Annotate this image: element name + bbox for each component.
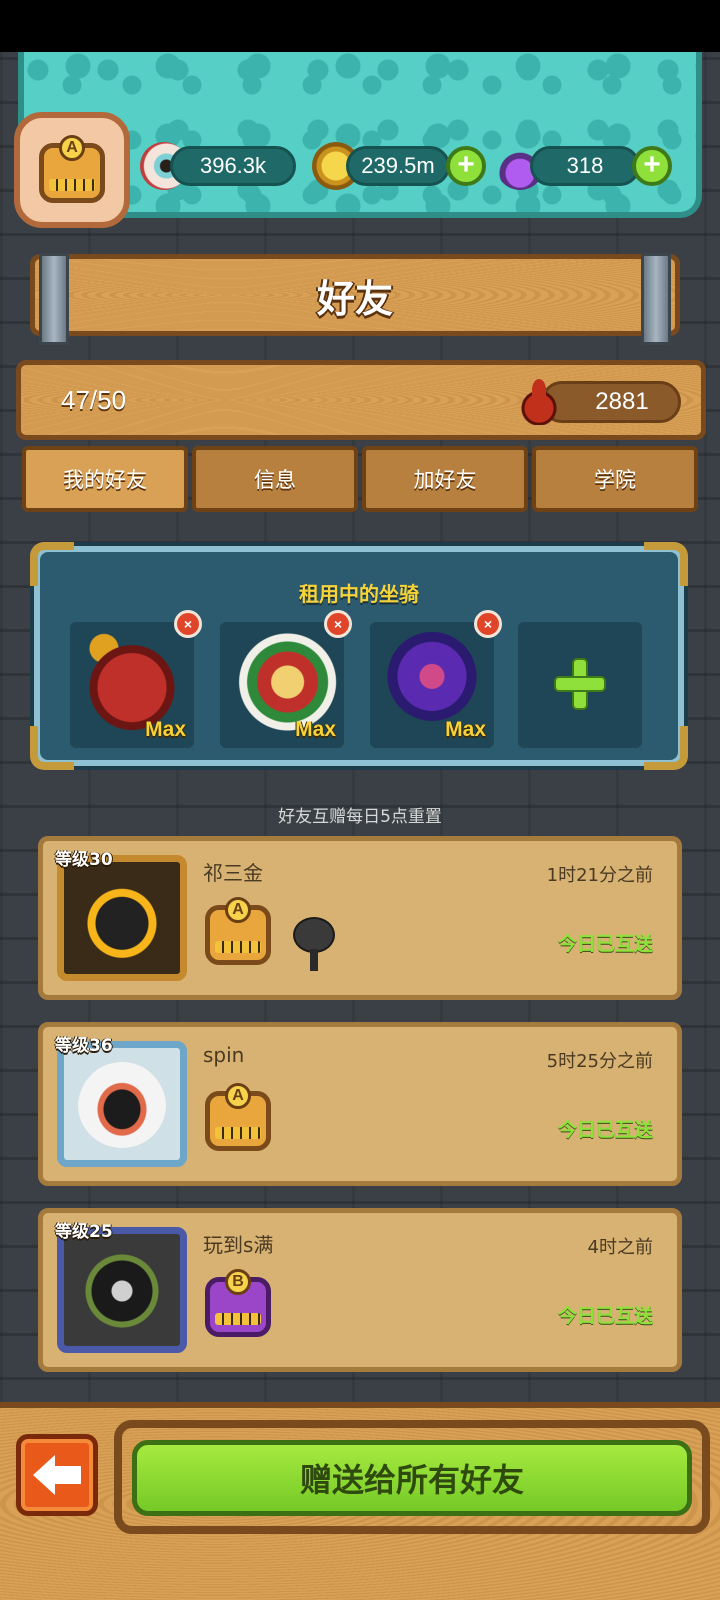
remove-mount-button[interactable]: × — [174, 610, 202, 638]
metal-bracket-left — [39, 253, 69, 345]
add-mount-slot[interactable] — [518, 622, 642, 748]
tab-messages[interactable]: 信息 — [192, 446, 358, 512]
rank-badge-icon: A — [205, 1081, 271, 1155]
monster-portrait — [78, 1248, 166, 1334]
friend-name: 祁三金 — [203, 861, 263, 885]
last-seen: 4时之前 — [587, 1237, 653, 1258]
rank-badge-icon: A — [39, 133, 105, 207]
monster-portrait — [78, 876, 166, 962]
gift-status: 今日已互送 — [557, 933, 653, 955]
potions-counter: 318 — [530, 146, 640, 186]
gift-reset-note: 好友互赠每日5点重置 — [278, 807, 442, 827]
plus-icon — [556, 660, 604, 708]
tab-my-friends[interactable]: 我的好友 — [22, 446, 188, 512]
rank-letter: A — [59, 135, 85, 161]
friend-stats-plank: 47/50 2881 — [16, 360, 706, 440]
eyes-counter: 396.3k — [170, 146, 296, 186]
send-to-all-friends-button[interactable]: 赠送给所有好友 — [132, 1440, 692, 1516]
friend-count: 47/50 — [61, 385, 127, 415]
rank-badge-icon: A — [205, 895, 271, 969]
title-plank: 好友 — [30, 253, 680, 345]
rank-badge-icon: B — [205, 1267, 271, 1341]
rented-mounts-panel: 租用中的坐骑 Max × Max × Max × — [30, 542, 688, 770]
max-label: Max — [145, 718, 186, 741]
friend-level: 等级25 — [55, 1222, 113, 1242]
add-coins-button[interactable]: + — [446, 146, 486, 186]
tree-icon — [291, 919, 337, 973]
tab-add-friend[interactable]: 加好友 — [362, 446, 528, 512]
friend-card[interactable]: 等级25 玩到s满 4时之前 今日已互送 B — [38, 1208, 682, 1372]
max-label: Max — [295, 718, 336, 741]
rented-mounts-title: 租用中的坐骑 — [299, 582, 419, 606]
blood-drop-icon — [521, 377, 557, 425]
coins-value: 239.5m — [361, 153, 435, 178]
mount-slot[interactable]: Max × — [370, 610, 502, 748]
tab-academy[interactable]: 学院 — [532, 446, 698, 512]
max-label: Max — [445, 718, 486, 741]
remove-mount-button[interactable]: × — [474, 610, 502, 638]
status-bar — [0, 0, 720, 52]
add-potions-button[interactable]: + — [632, 146, 672, 186]
friend-avatar[interactable] — [57, 1227, 187, 1353]
mount-slot[interactable]: Max × — [220, 610, 352, 748]
friend-level: 等级30 — [55, 850, 113, 870]
friend-avatar[interactable] — [57, 1041, 187, 1167]
gift-status: 今日已互送 — [557, 1119, 653, 1141]
back-button[interactable] — [16, 1434, 98, 1516]
monster-portrait — [78, 1062, 166, 1148]
coins-counter: 239.5m — [346, 146, 450, 186]
mount-slot[interactable]: Max × — [70, 610, 202, 748]
rank-letter: A — [225, 1083, 251, 1109]
last-seen: 5时25分之前 — [546, 1051, 653, 1072]
blood-counter: 2881 — [541, 381, 681, 423]
friend-name: 玩到s满 — [203, 1233, 274, 1257]
friend-card[interactable]: 等级36 spin 5时25分之前 今日已互送 A — [38, 1022, 682, 1186]
potions-value: 318 — [566, 153, 604, 178]
arrow-left-icon — [33, 1455, 81, 1495]
rank-letter: B — [225, 1269, 251, 1295]
last-seen: 1时21分之前 — [546, 865, 653, 886]
friend-level: 等级36 — [55, 1036, 113, 1056]
page-title: 好友 — [316, 276, 393, 321]
friend-name: spin — [203, 1043, 245, 1067]
gift-status: 今日已互送 — [557, 1305, 653, 1327]
rank-letter: A — [225, 897, 251, 923]
tab-bar: 我的好友 信息 加好友 学院 — [22, 446, 698, 512]
friend-avatar[interactable] — [57, 855, 187, 981]
metal-bracket-right — [641, 253, 671, 345]
friend-card[interactable]: 等级30 祁三金 1时21分之前 今日已互送 A — [38, 836, 682, 1000]
eyes-value: 396.3k — [199, 153, 267, 178]
remove-mount-button[interactable]: × — [324, 610, 352, 638]
player-avatar[interactable]: A — [14, 112, 130, 228]
blood-value: 2881 — [595, 388, 649, 415]
